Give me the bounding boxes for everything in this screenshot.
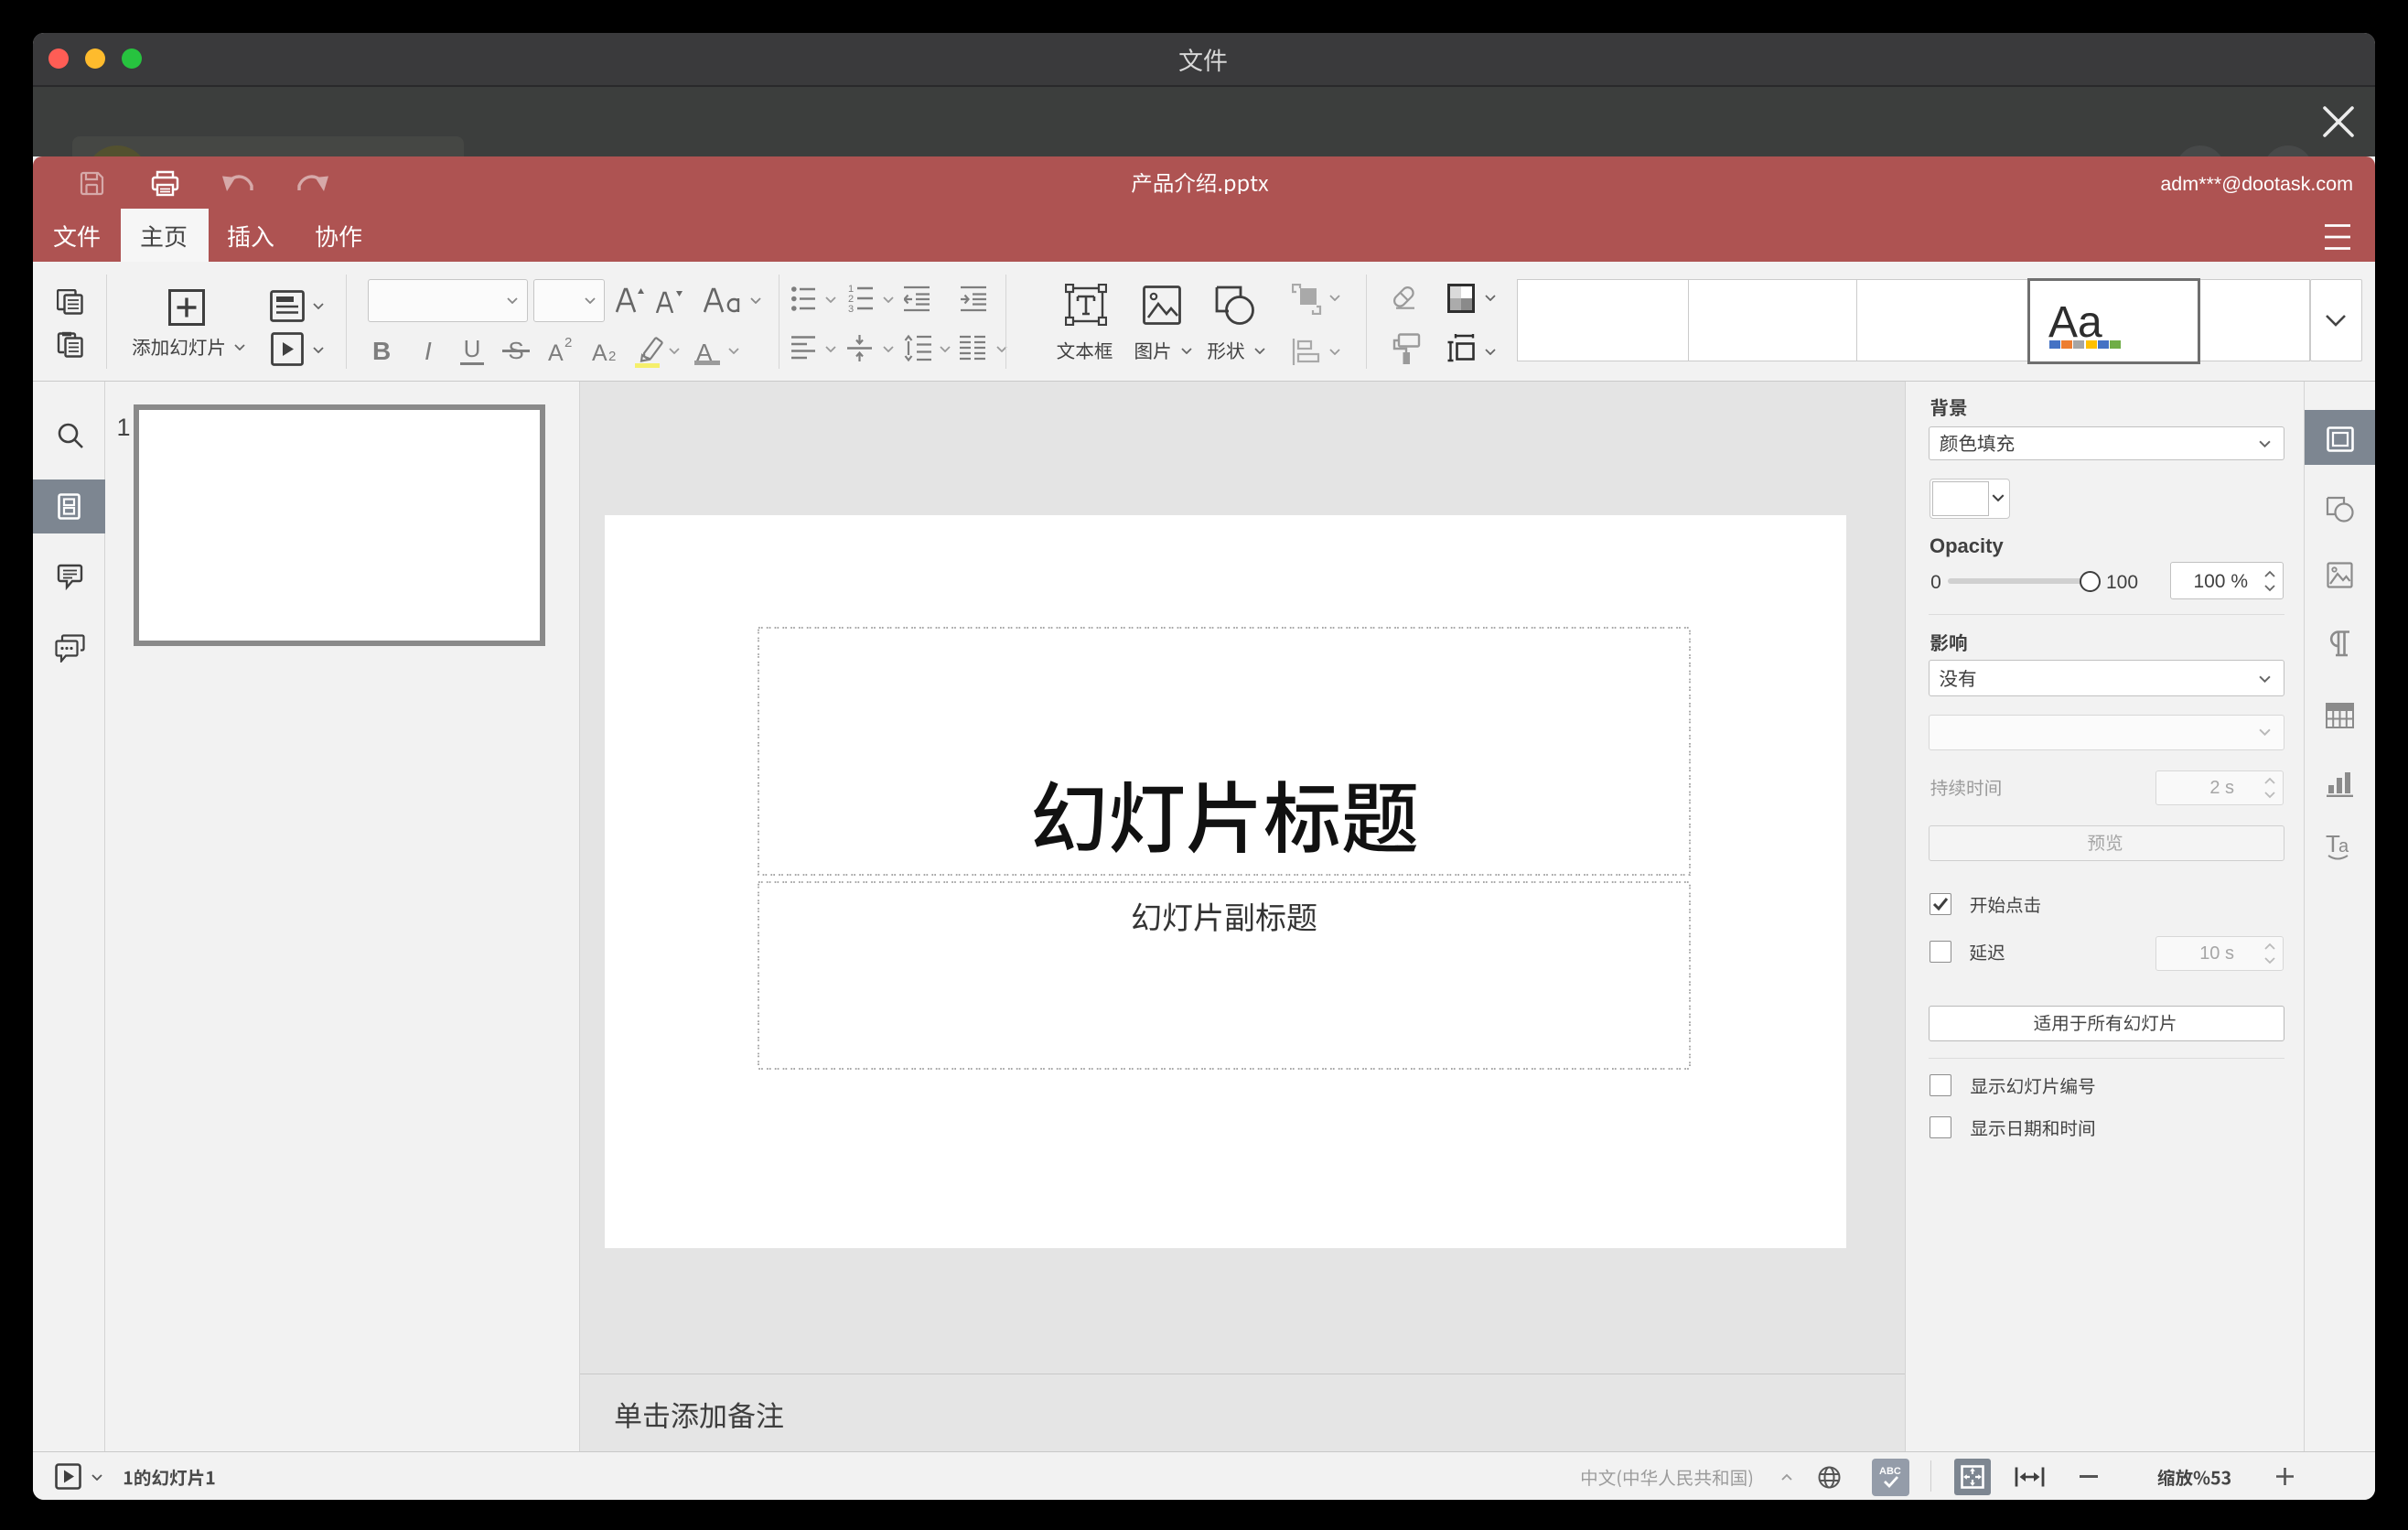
svg-text:3: 3: [848, 304, 854, 312]
svg-text:ABC: ABC: [1879, 1466, 1901, 1477]
svg-text:a: a: [2338, 836, 2349, 857]
